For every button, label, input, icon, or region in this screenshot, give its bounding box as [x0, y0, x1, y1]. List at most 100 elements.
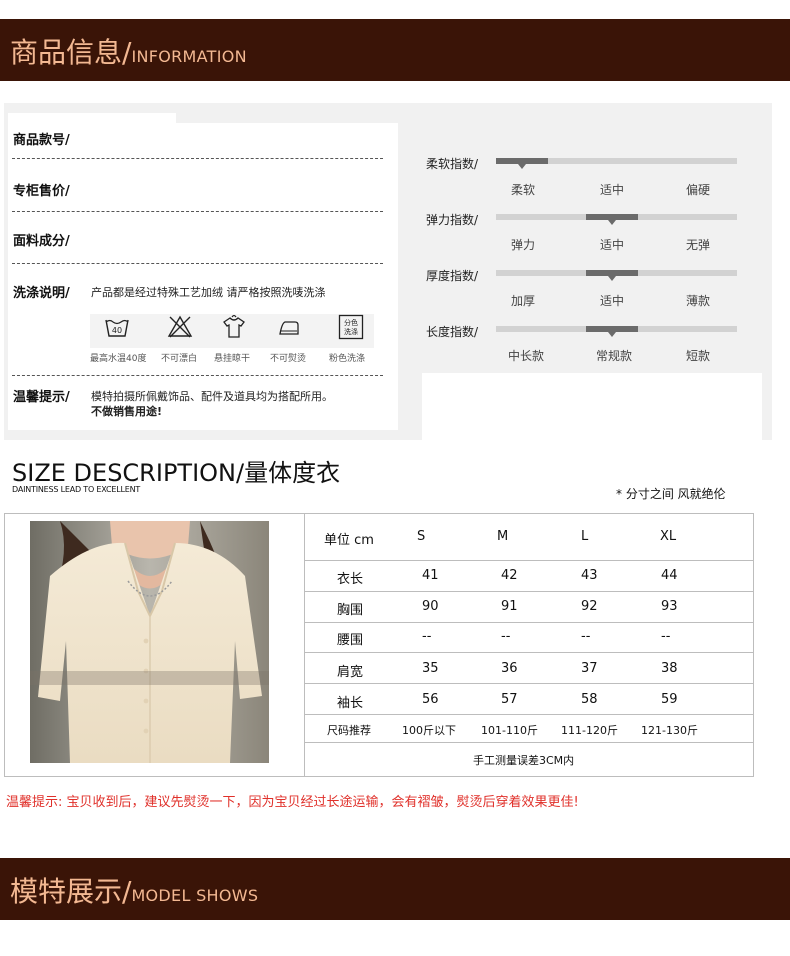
size-cell: -- [501, 629, 511, 644]
size-row-name: 袖长 [337, 696, 364, 711]
wash-40-icon: 40 [105, 319, 129, 337]
size-cell: 91 [501, 599, 518, 614]
info-banner-subtitle: INFORMATION [131, 47, 247, 66]
softness-option: 柔软 [511, 183, 536, 197]
elasticity-option: 无弹 [686, 238, 711, 252]
no-bleach-icon [167, 315, 193, 338]
size-cell: 37 [581, 661, 598, 676]
size-table-divider [304, 513, 305, 777]
fabric-label: 面料成分/ [13, 234, 70, 249]
softness-label: 柔软指数/ [426, 157, 479, 171]
size-row-name: 胸围 [337, 603, 364, 618]
softness-option: 偏硬 [686, 183, 711, 197]
price-label: 专柜售价/ [13, 184, 70, 199]
row-line [304, 560, 754, 561]
row-line [304, 683, 754, 684]
divider [12, 263, 383, 264]
length-pointer [608, 332, 616, 337]
style-number-label: 商品款号/ [13, 133, 70, 148]
size-title: SIZE DESCRIPTION/量体度衣 [12, 459, 341, 487]
size-recommend-cell: 100斤以下 [402, 724, 456, 737]
size-cell: 38 [661, 661, 678, 676]
size-header-m: M [497, 529, 509, 544]
size-header-s: S [417, 529, 426, 544]
size-cell: 42 [501, 568, 518, 583]
wash-caption: 悬挂晾干 [214, 354, 251, 364]
size-row-name: 肩宽 [337, 665, 364, 680]
size-footer: 手工测量误差3CM内 [473, 754, 575, 767]
size-cell: 36 [501, 661, 518, 676]
length-option: 常规款 [596, 349, 633, 363]
row-line [304, 714, 754, 715]
size-recommend-name: 尺码推荐 [327, 724, 371, 737]
elasticity-label: 弹力指数/ [426, 213, 479, 227]
svg-text:洗涤: 洗涤 [344, 327, 358, 336]
no-iron-icon [279, 321, 299, 335]
wash-caption: 不可熨烫 [270, 354, 307, 364]
warm-tip: 温馨提示: 宝贝收到后，建议先熨烫一下，因为宝贝经过长途运输，会有褶皱，熨烫后穿… [6, 795, 579, 810]
size-cell: 92 [581, 599, 598, 614]
blouse-illustration [30, 521, 269, 763]
softness-option: 适中 [600, 183, 625, 197]
wash-text: 产品都是经过特殊工艺加绒 请严格按照洗唛洗涤 [91, 286, 326, 299]
size-recommend-cell: 121-130斤 [641, 724, 698, 737]
size-recommend-cell: 101-110斤 [481, 724, 538, 737]
thickness-option: 加厚 [511, 294, 536, 308]
wash-caption: 最高水温40度 [90, 354, 147, 364]
size-cell: -- [581, 629, 591, 644]
hang-dry-icon [223, 314, 245, 338]
size-header-l: L [581, 529, 589, 544]
separate-wash-icon: 分色 洗涤 [338, 314, 364, 340]
thickness-option: 适中 [600, 294, 625, 308]
info-right-blank-card [422, 373, 762, 440]
row-line [304, 622, 754, 623]
row-line [304, 742, 754, 743]
divider [12, 158, 383, 159]
size-cell: 58 [581, 692, 598, 707]
size-cell: 93 [661, 599, 678, 614]
length-option: 中长款 [508, 349, 545, 363]
length-option: 短款 [686, 349, 711, 363]
size-subtitle: DAINTINESS LEAD TO EXCELLENT [12, 485, 141, 494]
wash-label: 洗涤说明/ [13, 286, 70, 301]
model-banner-subtitle: MODEL SHOWS [131, 886, 259, 905]
thickness-label: 厚度指数/ [426, 269, 479, 283]
info-left-card [8, 123, 398, 430]
size-cell: 44 [661, 568, 678, 583]
divider [12, 375, 383, 376]
size-header-unit: 单位 cm [324, 533, 374, 548]
size-cell: 41 [422, 568, 439, 583]
size-cell: -- [422, 629, 432, 644]
size-cell: 59 [661, 692, 678, 707]
size-cell: -- [661, 629, 671, 644]
size-cell: 56 [422, 692, 439, 707]
softness-pointer [518, 164, 526, 169]
thickness-pointer [608, 276, 616, 281]
size-cell: 43 [581, 568, 598, 583]
info-banner: 商品信息/INFORMATION [0, 19, 790, 81]
row-line [304, 652, 754, 653]
wash-caption: 粉色洗涤 [329, 354, 366, 364]
thickness-option: 薄款 [686, 294, 711, 308]
size-row-name: 衣长 [337, 572, 364, 587]
svg-text:分色: 分色 [344, 318, 358, 327]
divider [12, 211, 383, 212]
model-banner: 模特展示/MODEL SHOWS [0, 858, 790, 920]
svg-text:40: 40 [112, 326, 122, 335]
tips-line-1: 模特拍摄所佩戴饰品、配件及道具均为搭配所用。 [91, 390, 333, 403]
size-cell: 57 [501, 692, 518, 707]
wash-caption: 不可漂白 [161, 354, 198, 364]
size-header-xl: XL [660, 529, 677, 544]
size-note: * 分寸之间 风就绝伦 [616, 487, 726, 501]
product-photo [30, 521, 269, 763]
tips-line-2: 不做销售用途! [91, 405, 163, 418]
elasticity-option: 适中 [600, 238, 625, 252]
size-cell: 35 [422, 661, 439, 676]
tips-label: 温馨提示/ [13, 390, 70, 405]
elasticity-option: 弹力 [511, 238, 536, 252]
size-recommend-cell: 111-120斤 [561, 724, 618, 737]
model-banner-title: 模特展示/ [10, 875, 132, 908]
elasticity-pointer [608, 220, 616, 225]
size-cell: 90 [422, 599, 439, 614]
size-row-name: 腰围 [337, 633, 364, 648]
